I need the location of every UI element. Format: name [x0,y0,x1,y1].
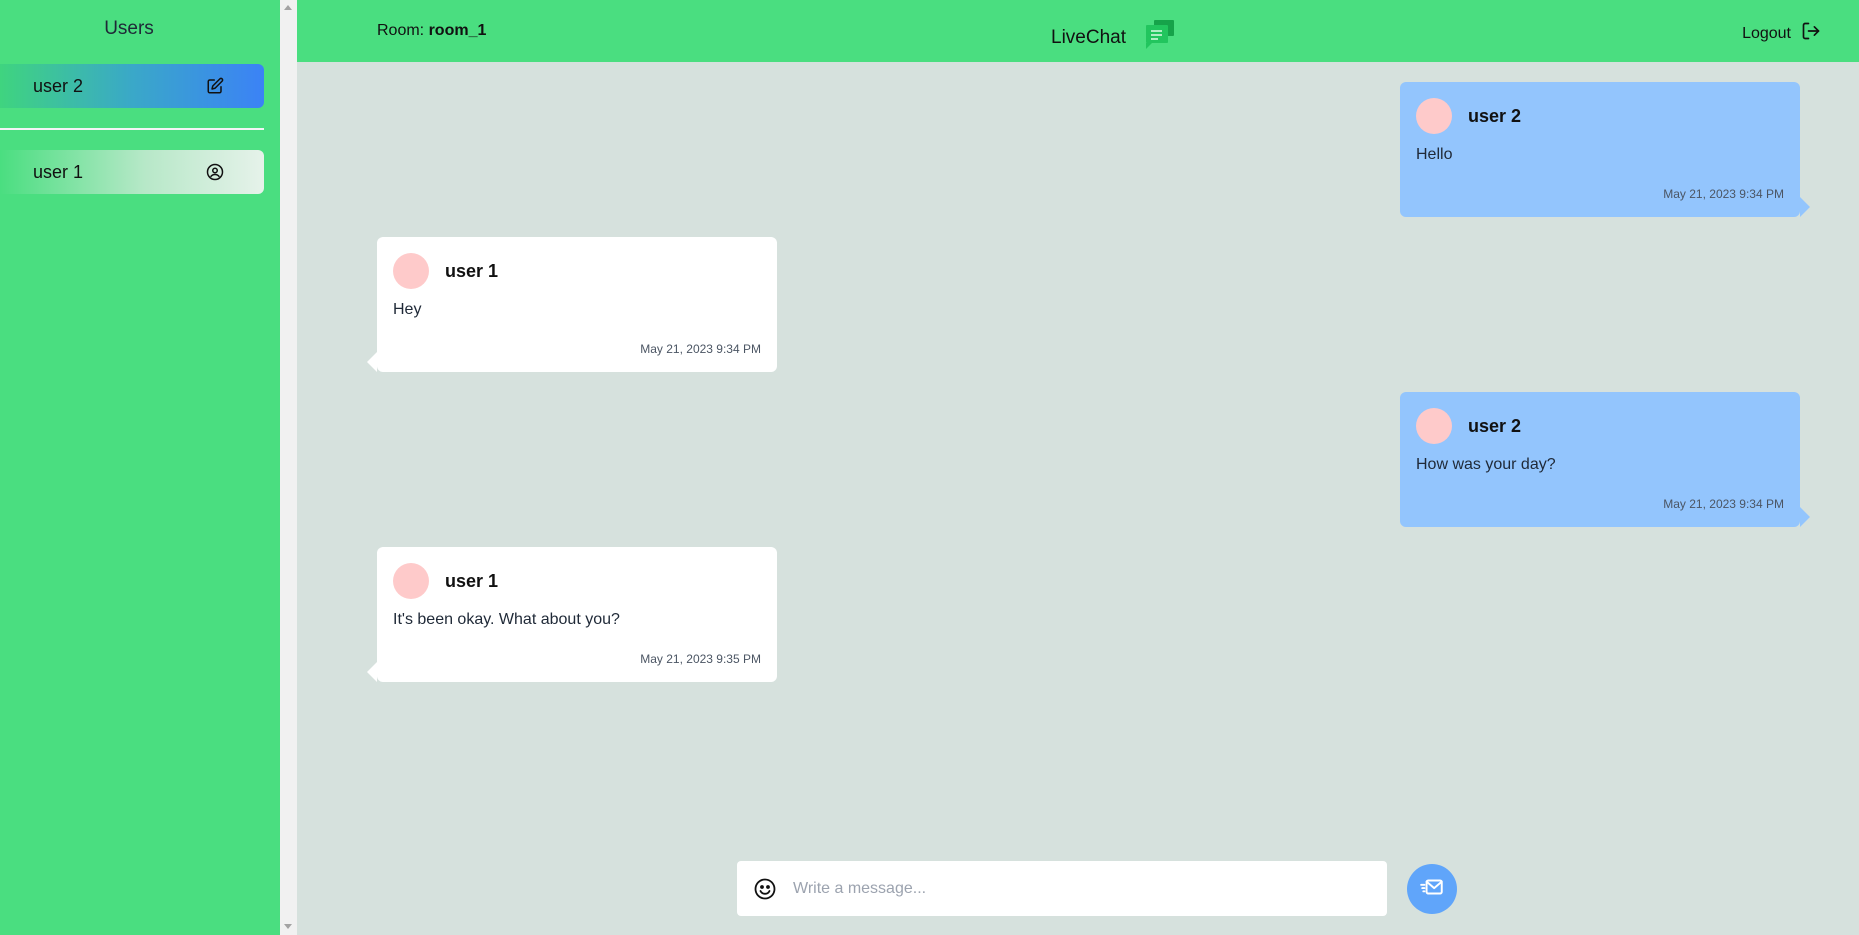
scroll-down-icon[interactable] [284,924,292,929]
message-bubble-sent: user 2 Hello May 21, 2023 9:34 PM [1400,82,1810,217]
room-label: Room: [377,22,425,39]
logout-button[interactable]: Logout [1742,21,1821,46]
sidebar-title: Users [104,18,154,39]
message-text: Hey [393,301,422,318]
message-text: It's been okay. What about you? [393,611,620,628]
message-bubble-received: user 1 It's been okay. What about you? M… [367,547,777,682]
message-sender: user 2 [1468,105,1522,126]
sidebar-item-active-user[interactable]: user 2 [0,64,264,108]
message-timestamp: May 21, 2023 9:34 PM [1663,187,1784,201]
brand-name: LiveChat [1051,27,1126,48]
message-text: How was your day? [1416,456,1556,473]
sidebar-divider [0,128,264,130]
scroll-up-icon[interactable] [284,5,292,10]
emoji-icon[interactable] [753,877,777,901]
message-bubble-sent: user 2 How was your day? May 21, 2023 9:… [1400,392,1810,527]
message-text: Hello [1416,146,1453,163]
edit-icon[interactable] [206,77,224,95]
user-circle-icon [206,163,224,181]
send-button[interactable] [1407,864,1457,914]
logout-icon [1801,21,1821,46]
sidebar-item-label: user 1 [33,161,84,182]
chat-area: user 2 Hello May 21, 2023 9:34 PM user 1… [297,62,1859,935]
room-name: room_1 [428,22,487,39]
sidebar-scrollbar[interactable] [280,0,297,935]
message-sender: user 1 [445,570,499,591]
message-input[interactable] [793,879,1371,898]
message-timestamp: May 21, 2023 9:34 PM [1663,497,1784,511]
chat-bubbles-icon [1144,20,1176,56]
users-sidebar: Users user 2 user 1 [0,0,280,935]
message-timestamp: May 21, 2023 9:34 PM [640,342,761,356]
header: Room: room_1 LiveChat Logout [297,0,1859,62]
room-indicator: Room: room_1 [377,22,486,40]
message-composer [737,861,1387,916]
logout-label: Logout [1742,24,1791,42]
message-timestamp: May 21, 2023 9:35 PM [640,652,761,666]
brand: LiveChat [1051,20,1176,56]
avatar [1416,408,1452,444]
avatar [393,253,429,289]
message-sender: user 1 [445,260,499,281]
avatar [1416,98,1452,134]
sidebar-item-label: user 2 [33,75,84,96]
send-mail-icon [1419,874,1445,905]
message-sender: user 2 [1468,415,1522,436]
message-bubble-received: user 1 Hey May 21, 2023 9:34 PM [367,237,777,372]
sidebar-item-user-1[interactable]: user 1 [0,150,264,194]
avatar [393,563,429,599]
